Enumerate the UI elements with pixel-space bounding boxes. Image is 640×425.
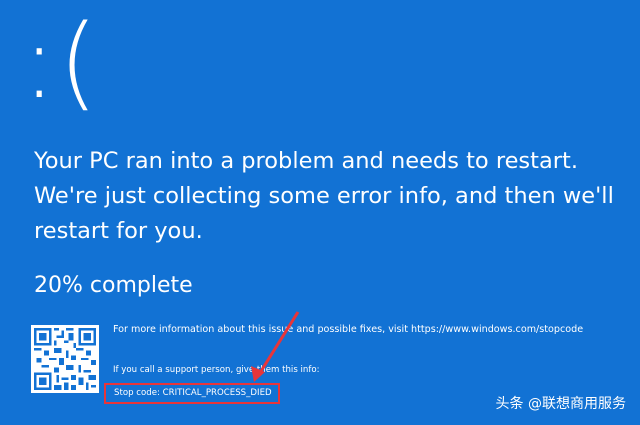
stop-code-text: Stop code: CRITICAL_PROCESS_DIED: [114, 388, 272, 398]
error-message: Your PC ran into a problem and needs to …: [34, 148, 614, 244]
support-text: If you call a support person, give them …: [113, 365, 320, 375]
qr-code-graphic: [34, 328, 96, 390]
sad-face-emoticon: :(: [22, 3, 101, 122]
watermark: 头条 @联想商用服务: [495, 396, 626, 412]
qr-code-icon: [31, 325, 99, 393]
more-info-text: For more information about this issue an…: [113, 324, 584, 335]
progress-status: 20% complete: [34, 273, 193, 298]
stop-code-highlight: Stop code: CRITICAL_PROCESS_DIED: [104, 383, 280, 404]
